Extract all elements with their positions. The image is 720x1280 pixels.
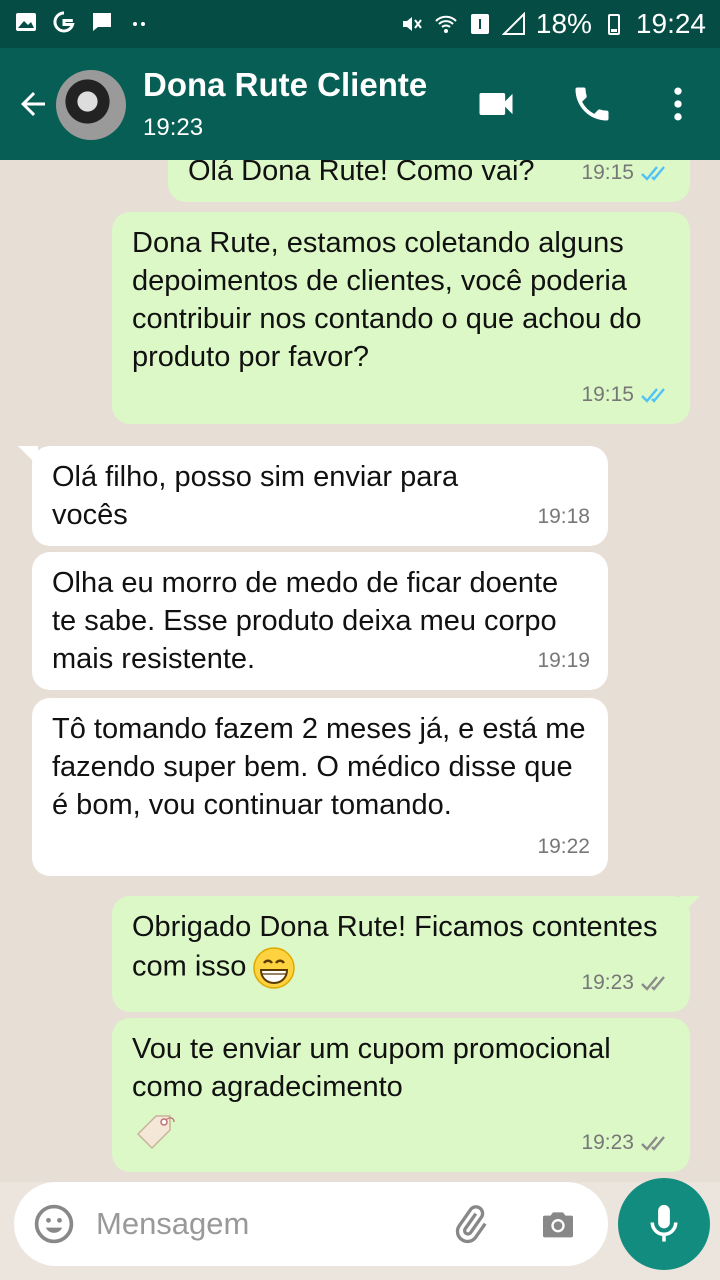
message-meta: 19:23	[581, 1124, 672, 1162]
contact-name[interactable]: Dona Rute Cliente	[143, 66, 427, 104]
more-vert-icon[interactable]	[656, 82, 700, 126]
message-text: Dona Rute, estamos coletando alguns depo…	[132, 227, 642, 373]
message-list[interactable]: Olá Dona Rute! Como vai? 19:15 Dona Rute…	[0, 160, 720, 1182]
double-tick-delivered-icon	[641, 976, 665, 991]
message-time: 19:15	[581, 383, 634, 406]
chat-header: Dona Rute Cliente 19:23	[0, 48, 720, 160]
message-text: Olá filho, posso sim enviar para vocês	[52, 461, 459, 531]
image-icon	[16, 13, 36, 31]
mute-icon	[402, 17, 422, 31]
sim-1-icon	[470, 14, 489, 34]
video-call-icon[interactable]	[474, 82, 518, 126]
message-text: Obrigado Dona Rute! Ficamos contentes co…	[132, 911, 658, 983]
tag-emoji	[136, 1115, 175, 1150]
dots-icon	[133, 22, 145, 26]
mic-icon	[650, 1204, 678, 1242]
signal-icon	[501, 12, 525, 35]
message-input-bar: Mensagem	[14, 1182, 608, 1266]
double-tick-delivered-icon	[641, 1136, 665, 1151]
message-bubble-incoming[interactable]: Tô tomando fazem 2 meses já, e está me f…	[32, 698, 608, 876]
message-meta: 19:23	[581, 964, 672, 1002]
message-meta: 19:18	[537, 498, 590, 536]
message-time: 19:18	[537, 505, 590, 528]
message-text: Tô tomando fazem 2 meses já, e está me f…	[52, 713, 586, 821]
message-text: Vou te enviar um cupom promocional como …	[132, 1033, 611, 1103]
chat-icon	[93, 13, 111, 31]
message-bubble-incoming[interactable]: Olha eu morro de medo de ficar doente te…	[32, 552, 608, 690]
message-bubble-outgoing[interactable]: Olá Dona Rute! Como vai? 19:15	[168, 160, 690, 202]
message-time: 19:22	[537, 835, 590, 858]
google-icon	[53, 11, 75, 33]
mic-button[interactable]	[618, 1178, 710, 1270]
message-time: 19:15	[581, 161, 634, 184]
message-time: 19:23	[581, 971, 634, 994]
message-time: 19:19	[537, 649, 590, 672]
battery-icon	[607, 14, 620, 35]
message-meta: 19:15	[581, 376, 672, 414]
back-arrow-icon[interactable]	[14, 86, 52, 122]
wifi-icon	[435, 15, 457, 33]
message-bubble-outgoing[interactable]: Vou te enviar um cupom promocional como …	[112, 1018, 690, 1172]
message-meta: 19:22	[537, 828, 590, 866]
message-input[interactable]: Mensagem	[96, 1206, 249, 1242]
double-tick-read-icon	[641, 166, 665, 181]
clock: 19:24	[635, 8, 706, 39]
message-text: Olha eu morro de medo de ficar doente te…	[52, 567, 559, 675]
camera-icon[interactable]	[538, 1204, 578, 1244]
message-time: 19:23	[581, 1131, 634, 1154]
contact-subtitle: 19:23	[143, 114, 204, 141]
message-bubble-incoming[interactable]: Olá filho, posso sim enviar para vocês 1…	[32, 446, 608, 546]
message-meta: 19:19	[537, 642, 590, 680]
message-meta: 19:15	[581, 160, 672, 192]
grinning-face-emoji	[253, 947, 296, 989]
status-bar: 18% 19:24	[0, 0, 720, 48]
emoji-icon[interactable]	[32, 1202, 76, 1246]
attach-icon[interactable]	[450, 1204, 490, 1244]
message-bubble-outgoing[interactable]: Dona Rute, estamos coletando alguns depo…	[112, 212, 690, 424]
battery-percent: 18%	[535, 8, 592, 39]
double-tick-read-icon	[641, 388, 665, 403]
phone-icon[interactable]	[570, 82, 614, 126]
avatar[interactable]	[56, 70, 126, 140]
message-bubble-outgoing[interactable]: Obrigado Dona Rute! Ficamos contentes co…	[112, 896, 690, 1012]
